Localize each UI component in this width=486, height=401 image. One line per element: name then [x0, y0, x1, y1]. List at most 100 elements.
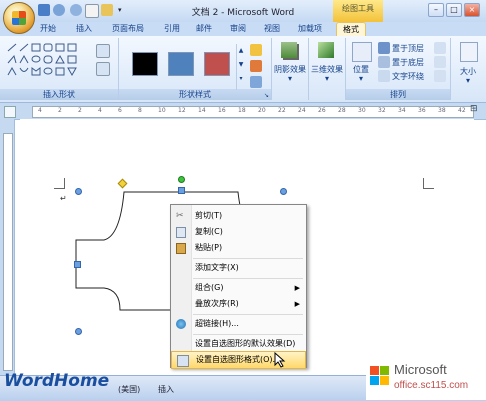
position-icon[interactable]: [352, 42, 372, 62]
ruler-tick-label: 22: [278, 107, 286, 114]
shape-style-red[interactable]: [204, 52, 230, 76]
format-shape-icon: [177, 355, 189, 367]
menu-item-group-label: 组合(G): [195, 283, 224, 292]
shape-fill-icon[interactable]: [250, 44, 262, 56]
tab-selector-icon[interactable]: [4, 106, 16, 118]
status-language[interactable]: (美国): [118, 384, 140, 395]
redo-icon[interactable]: [70, 4, 82, 16]
text-wrapping-button[interactable]: 文字环绕: [392, 71, 424, 82]
size-icon[interactable]: [460, 42, 478, 62]
menu-item-paste[interactable]: 粘贴(P): [171, 240, 306, 256]
context-menu: ✂ 剪切(T) 复制(C) 粘贴(P) 添加文字(X) 组合(G) ▶ 叠放次序…: [170, 204, 307, 369]
dialog-launcher-icon[interactable]: ↘: [264, 92, 269, 99]
office-button[interactable]: [3, 2, 35, 34]
group-objects-icon[interactable]: [434, 56, 446, 68]
rotate-icon[interactable]: [434, 70, 446, 82]
mouse-cursor-icon: [274, 352, 286, 368]
tab-review[interactable]: 审阅: [226, 22, 250, 36]
ruler-tick-label: 24: [298, 107, 306, 114]
send-to-back-button[interactable]: 置于底层: [392, 57, 424, 68]
group-insert-shapes: 插入形状: [0, 38, 119, 100]
shape-style-blue[interactable]: [168, 52, 194, 76]
close-button[interactable]: ×: [464, 3, 480, 17]
tab-home[interactable]: 开始: [36, 22, 60, 36]
vertical-ruler[interactable]: [0, 119, 15, 375]
tab-addins[interactable]: 加载项: [294, 22, 326, 36]
ruler-tick-label: 16: [218, 107, 226, 114]
rotate-handle[interactable]: [178, 176, 185, 183]
ruler-tick-label: 28: [338, 107, 346, 114]
ruler-tick-label: 18: [238, 107, 246, 114]
hyperlink-icon: [176, 319, 186, 329]
menu-item-hyperlink-label: 超链接(H)...: [195, 319, 239, 328]
menu-item-add-text[interactable]: 添加文字(X): [171, 260, 306, 276]
resize-handle-bottom-left[interactable]: [75, 328, 82, 335]
save-icon[interactable]: [38, 4, 50, 16]
ruler-tick-label: 2: [58, 107, 62, 114]
ruler-tick-label: 20: [258, 107, 266, 114]
menu-item-paste-label: 粘贴(P): [195, 243, 223, 252]
group-arrange: 位置 ▾ 置于顶层 置于底层 文字环绕 排列: [346, 38, 451, 100]
ms-flag-yellow: [380, 376, 389, 385]
ruler-tick-label: 32: [378, 107, 386, 114]
ruler-tick-label: 10: [158, 107, 166, 114]
resize-handle-left[interactable]: [74, 261, 81, 268]
resize-handle-top[interactable]: [178, 187, 185, 194]
customize-quick-access-icon[interactable]: ▾: [118, 6, 122, 14]
shadow-effects-icon[interactable]: [281, 42, 297, 58]
ruler-tick-label: 30: [358, 107, 366, 114]
draw-textbox-icon: [96, 62, 110, 76]
tab-page-layout[interactable]: 页面布局: [108, 22, 148, 36]
size-dropdown-icon[interactable]: ▾: [451, 76, 485, 85]
page-corner-mark-top-right: [423, 178, 434, 189]
shape-outline-icon[interactable]: [250, 60, 262, 72]
menu-item-order-label: 叠放次序(R): [195, 299, 239, 308]
edit-shape-tools[interactable]: [92, 42, 114, 78]
shapes-gallery[interactable]: [6, 42, 86, 78]
style-gallery-scroll[interactable]: ▲ ▼ ▾: [236, 44, 245, 90]
tab-view[interactable]: 视图: [260, 22, 284, 36]
menu-item-order[interactable]: 叠放次序(R) ▶: [171, 296, 306, 312]
menu-item-hyperlink[interactable]: 超链接(H)...: [171, 316, 306, 332]
shadow-effects-dropdown-icon[interactable]: ▾: [272, 74, 308, 83]
menu-item-set-default[interactable]: 设置自选图形的默认效果(D): [171, 336, 306, 352]
group-3d-effects: 三维效果 ▾: [309, 38, 346, 100]
submenu-arrow-icon: ▶: [294, 284, 300, 292]
new-doc-icon[interactable]: [85, 4, 99, 18]
tab-mailings[interactable]: 邮件: [192, 22, 216, 36]
ruler-tick-label: 12: [178, 107, 186, 114]
maximize-button[interactable]: □: [446, 3, 462, 17]
ms-logo-text: Microsoft: [394, 362, 447, 377]
microsoft-office-logo: Microsoft office.sc115.com: [366, 360, 486, 400]
shape-style-black[interactable]: [132, 52, 158, 76]
ruler-tick-label: 8: [138, 107, 142, 114]
menu-item-group[interactable]: 组合(G) ▶: [171, 280, 306, 296]
ribbon-tabs: 开始 插入 页面布局 引用 邮件 审阅 视图 加载项 格式: [0, 22, 486, 37]
ruler-tick-label: 34: [398, 107, 406, 114]
scissors-icon: ✂: [176, 211, 184, 221]
position-dropdown-icon[interactable]: ▾: [348, 74, 374, 83]
3d-effects-dropdown-icon[interactable]: ▾: [309, 74, 345, 83]
tab-format[interactable]: 格式: [336, 22, 366, 37]
menu-item-copy[interactable]: 复制(C): [171, 224, 306, 240]
align-icon[interactable]: [434, 42, 446, 54]
wordhome-watermark: WordHome: [4, 371, 110, 391]
menu-item-cut[interactable]: ✂ 剪切(T): [171, 208, 306, 224]
ruler-tick-label: 2: [78, 107, 82, 114]
office-logo-icon: [12, 11, 26, 25]
open-folder-icon[interactable]: [101, 4, 113, 16]
text-wrapping-icon: [378, 70, 390, 82]
change-shape-icon[interactable]: [250, 76, 262, 88]
status-insert-mode[interactable]: 插入: [158, 384, 174, 395]
3d-effects-icon[interactable]: [318, 42, 334, 58]
view-ruler-icon[interactable]: ⊟: [470, 104, 482, 116]
title-bar: 文档 2 - Microsoft Word ▾ 绘图工具 – □ ×: [0, 0, 486, 23]
resize-handle-top-right[interactable]: [280, 188, 287, 195]
resize-handle-top-left[interactable]: [75, 188, 82, 195]
tab-references[interactable]: 引用: [160, 22, 184, 36]
minimize-button[interactable]: –: [428, 3, 444, 17]
group-label-shape-styles: 形状样式: [119, 89, 271, 100]
bring-to-front-button[interactable]: 置于顶层: [392, 43, 424, 54]
undo-icon[interactable]: [53, 4, 65, 16]
tab-insert[interactable]: 插入: [72, 22, 96, 36]
